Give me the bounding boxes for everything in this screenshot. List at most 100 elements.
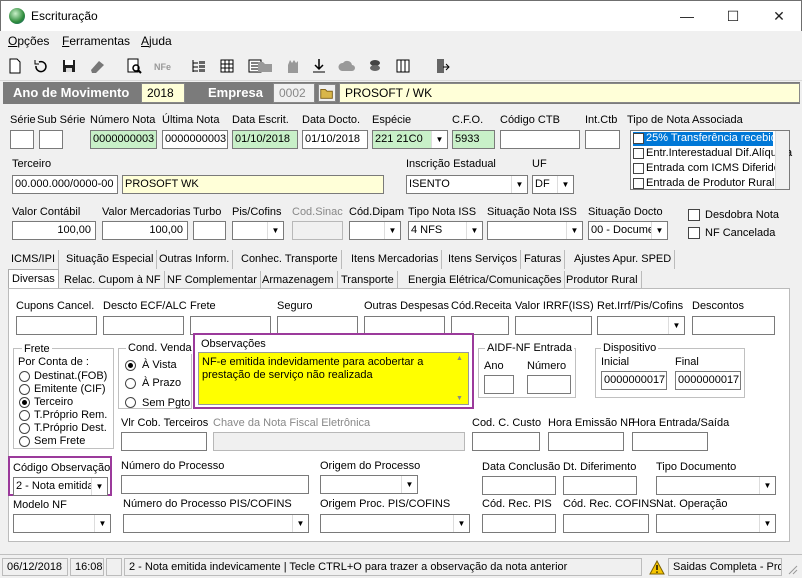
exit-icon[interactable] [433, 57, 451, 75]
frete-sem-radio[interactable] [19, 436, 30, 447]
modelo-nf-select[interactable]: ▼ [13, 514, 111, 533]
numero-nota-input[interactable]: 0000000003 [90, 130, 157, 149]
cupons-cancel-input[interactable] [16, 316, 97, 335]
dispositivo-final-input[interactable]: 0000000017 [675, 371, 741, 390]
nfe-icon[interactable]: NFe [153, 57, 171, 75]
checkbox-icon[interactable] [633, 177, 644, 189]
list-item[interactable]: Entrada com ICMS Diferido [633, 162, 780, 176]
cond-a-prazo-radio[interactable] [125, 378, 136, 389]
maximize-button[interactable]: ☐ [710, 1, 756, 31]
save-icon[interactable] [60, 57, 78, 75]
pis-cofins-select[interactable]: ▼ [232, 221, 284, 240]
codigo-observacao-select[interactable]: 2 - Nota emitida ▼ [13, 477, 108, 496]
terceiro-code-input[interactable]: 00.000.000/0000-00 [12, 175, 118, 194]
print-preview-icon[interactable] [125, 57, 143, 75]
hand-icon[interactable] [284, 57, 302, 75]
uf-select[interactable]: DF ▼ [532, 175, 574, 194]
data-escrit-input[interactable]: 01/10/2018 [232, 130, 298, 149]
checkbox-icon[interactable] [633, 132, 644, 144]
eraser-icon[interactable] [88, 57, 106, 75]
tree-list-icon[interactable] [190, 57, 208, 75]
checkbox-icon[interactable] [633, 147, 644, 159]
cloud-icon[interactable] [338, 57, 356, 75]
origem-proc-pis-select[interactable]: ▼ [320, 514, 470, 533]
ultima-nota-input[interactable]: 0000000003 [162, 130, 228, 149]
turbo-input[interactable] [193, 221, 226, 240]
download-icon[interactable] [310, 57, 328, 75]
folder-icon[interactable] [256, 57, 274, 75]
tab-conhec-transporte[interactable]: Conhec. Transporte [238, 250, 342, 269]
columns-icon[interactable] [394, 57, 412, 75]
valor-irrf-input[interactable] [515, 316, 592, 335]
cod-rec-pis-input[interactable] [482, 514, 556, 533]
tipo-nota-iss-select[interactable]: 4 NFS ▼ [408, 221, 483, 240]
tab-situacao-especial[interactable]: Situação Especial [63, 250, 158, 269]
vlr-cob-terceiros-input[interactable] [121, 432, 207, 451]
serie-input[interactable] [10, 130, 34, 149]
valor-contabil-input[interactable]: 100,00 [12, 221, 96, 240]
observacoes-textarea[interactable]: NF-e emitida indevidamente para acoberta… [198, 352, 469, 405]
tab-itens-mercadorias[interactable]: Itens Mercadorias [348, 250, 443, 269]
frete-proprio-dest-radio[interactable] [19, 423, 30, 434]
numero-processo-input[interactable] [121, 475, 309, 494]
frete-terceiro-radio[interactable] [19, 397, 30, 408]
nf-cancelada-checkbox[interactable] [688, 227, 700, 239]
scrollbar[interactable]: ▲ ▼ [454, 353, 468, 404]
desdobra-nota-checkbox[interactable] [688, 209, 700, 221]
cond-a-vista-radio[interactable] [125, 360, 136, 371]
frete-proprio-rem-radio[interactable] [19, 410, 30, 421]
empresa-code-field[interactable]: 0002 [273, 83, 315, 103]
tipo-nota-list[interactable]: 25% Transferência recebida Entr.Interest… [630, 130, 792, 191]
open-folder-icon[interactable] [318, 84, 336, 102]
situacao-docto-select[interactable]: 00 - Documen ▼ [588, 221, 668, 240]
dt-diferimento-input[interactable] [563, 476, 637, 495]
undo-icon[interactable] [32, 57, 50, 75]
data-conclusao-input[interactable] [482, 476, 556, 495]
tab-ajustes-apur-sped[interactable]: Ajustes Apur. SPED [571, 250, 676, 269]
list-item[interactable]: 25% Transferência recebida [633, 132, 783, 146]
tipo-documento-select[interactable]: ▼ [656, 476, 776, 495]
descto-ecf-input[interactable] [103, 316, 184, 335]
frete-cif-radio[interactable] [19, 384, 30, 395]
int-ctb-input[interactable] [585, 130, 620, 149]
aidf-ano-input[interactable] [484, 375, 514, 394]
tab-faturas[interactable]: Faturas [521, 250, 566, 269]
cod-c-custo-input[interactable] [472, 432, 540, 451]
list-item[interactable]: Entr.Interestadual Dif.Alíquota [633, 147, 792, 161]
inscricao-estadual-select[interactable]: ISENTO ▼ [406, 175, 528, 194]
frete-fob-radio[interactable] [19, 371, 30, 382]
hora-emissao-input[interactable] [548, 432, 624, 451]
cfo-input[interactable]: 5933 [452, 130, 495, 149]
ret-irrf-select[interactable]: ▼ [597, 316, 685, 335]
sub-serie-input[interactable] [39, 130, 63, 149]
especie-select[interactable]: 221 21C0 ▼ [372, 130, 448, 149]
grid-icon[interactable] [218, 57, 236, 75]
resize-grip-icon[interactable] [786, 563, 798, 575]
dispositivo-inicial-input[interactable]: 0000000017 [601, 371, 667, 390]
num-proc-pis-select[interactable]: ▼ [123, 514, 309, 533]
valor-mercadorias-input[interactable]: 100,00 [102, 221, 188, 240]
menu-opcoes[interactable]: Opções [8, 34, 49, 48]
menu-ajuda[interactable]: Ajuda [141, 34, 172, 48]
ano-field[interactable]: 2018 [141, 83, 185, 103]
situacao-nota-iss-select[interactable]: ▼ [487, 221, 583, 240]
origem-processo-select[interactable]: ▼ [320, 475, 418, 494]
menu-ferramentas[interactable]: Ferramentas [62, 34, 130, 48]
minimize-button[interactable]: — [664, 1, 710, 31]
nat-operacao-select[interactable]: ▼ [656, 514, 776, 533]
cond-sem-pgto-radio[interactable] [125, 397, 136, 408]
tab-outras-inform[interactable]: Outras Inform. [156, 250, 234, 269]
list-item[interactable]: Entrada de Produtor Rural [633, 177, 774, 191]
descontos-input[interactable] [692, 316, 775, 335]
cod-rec-cofins-input[interactable] [563, 514, 649, 533]
codigo-ctb-input[interactable] [500, 130, 580, 149]
hora-entrada-input[interactable] [632, 432, 708, 451]
coins-icon[interactable] [366, 57, 384, 75]
aidf-numero-input[interactable] [527, 375, 571, 394]
close-button[interactable]: ✕ [756, 1, 802, 31]
tab-diversas[interactable]: Diversas [8, 269, 59, 290]
new-document-icon[interactable] [6, 57, 24, 75]
tab-icms-ipi[interactable]: ICMS/IPI [8, 250, 60, 269]
scrollbar[interactable] [775, 131, 789, 189]
data-docto-input[interactable]: 01/10/2018 [302, 130, 368, 149]
